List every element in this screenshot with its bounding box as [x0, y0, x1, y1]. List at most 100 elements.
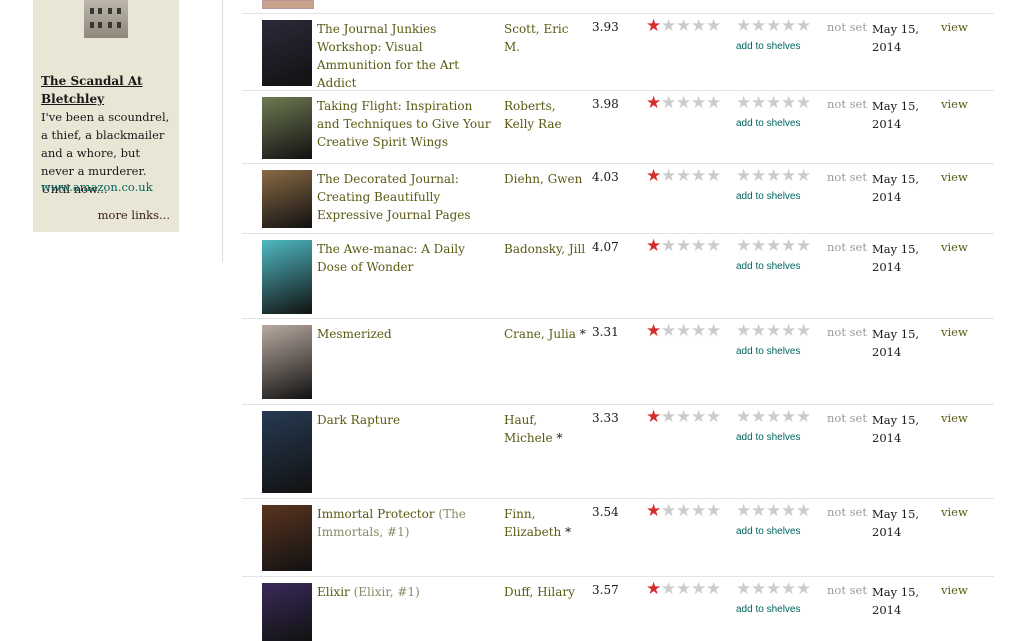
book-title-link[interactable]: Elixir (Elixir, #1)	[317, 583, 495, 601]
ad-cover-image[interactable]	[84, 0, 128, 38]
author-name[interactable]: Hauf, Michele	[504, 413, 553, 445]
author-link[interactable]: Finn, Elizabeth *	[504, 505, 588, 541]
add-to-shelves-link[interactable]: add to shelves	[736, 604, 801, 615]
star-icon[interactable]: ★	[766, 580, 781, 598]
star-icon[interactable]: ★	[796, 502, 811, 520]
author-link[interactable]: Badonsky, Jill	[504, 240, 588, 258]
view-review-link[interactable]: view	[941, 325, 968, 339]
star-icon[interactable]: ★	[766, 167, 781, 185]
add-to-shelves-link[interactable]: add to shelves	[736, 191, 801, 202]
star-icon[interactable]: ★	[781, 408, 796, 426]
star-icon[interactable]: ★	[751, 237, 766, 255]
author-link[interactable]: Scott, Eric M.	[504, 20, 588, 56]
author-name[interactable]: Finn, Elizabeth	[504, 507, 561, 539]
my-rating-stars[interactable]: ★ ★ ★ ★ ★	[736, 17, 811, 35]
author-name[interactable]: Roberts, Kelly Rae	[504, 99, 562, 131]
author-name[interactable]: Crane, Julia	[504, 327, 576, 341]
my-rating-stars[interactable]: ★ ★ ★ ★ ★	[736, 502, 811, 520]
author-link[interactable]: Roberts, Kelly Rae	[504, 97, 588, 133]
book-cover[interactable]	[262, 583, 312, 641]
book-title[interactable]: Mesmerized	[317, 327, 392, 341]
book-cover[interactable]	[262, 411, 312, 493]
star-icon[interactable]: ★	[766, 17, 781, 35]
book-title[interactable]: Taking Flight: Inspiration and Technique…	[317, 99, 491, 149]
star-icon[interactable]: ★	[796, 322, 811, 340]
star-icon[interactable]: ★	[736, 408, 751, 426]
author-name[interactable]: Diehn, Gwen	[504, 172, 582, 186]
star-icon[interactable]: ★	[796, 94, 811, 112]
star-icon[interactable]: ★	[736, 322, 751, 340]
view-review-link[interactable]: view	[941, 411, 968, 425]
add-to-shelves-link[interactable]: add to shelves	[736, 118, 801, 129]
add-to-shelves-link[interactable]: add to shelves	[736, 526, 801, 537]
book-title-link[interactable]: The Decorated Journal: Creating Beautifu…	[317, 170, 495, 224]
star-icon[interactable]: ★	[751, 502, 766, 520]
star-icon[interactable]: ★	[781, 322, 796, 340]
book-title[interactable]: The Journal Junkies Workshop: Visual Amm…	[317, 22, 459, 90]
book-cover[interactable]	[262, 20, 312, 86]
star-icon[interactable]: ★	[736, 580, 751, 598]
star-icon[interactable]: ★	[781, 237, 796, 255]
star-icon[interactable]: ★	[781, 580, 796, 598]
my-rating-stars[interactable]: ★ ★ ★ ★ ★	[736, 94, 811, 112]
view-review-link[interactable]: view	[941, 505, 968, 519]
add-to-shelves-link[interactable]: add to shelves	[736, 261, 801, 272]
view-review-link[interactable]: view	[941, 170, 968, 184]
star-icon[interactable]: ★	[736, 167, 751, 185]
book-cover[interactable]	[262, 97, 312, 159]
star-icon[interactable]: ★	[796, 167, 811, 185]
book-title[interactable]: Immortal Protector	[317, 507, 435, 521]
star-icon[interactable]: ★	[766, 408, 781, 426]
book-title-link[interactable]: Dark Rapture	[317, 411, 495, 429]
star-icon[interactable]: ★	[766, 94, 781, 112]
star-icon[interactable]: ★	[751, 94, 766, 112]
star-icon[interactable]: ★	[751, 322, 766, 340]
my-rating-stars[interactable]: ★ ★ ★ ★ ★	[736, 167, 811, 185]
view-review-link[interactable]: view	[941, 97, 968, 111]
book-cover[interactable]	[262, 170, 312, 228]
ad-url-link[interactable]: www.amazon.co.uk	[41, 180, 153, 194]
book-title-link[interactable]: The Awe-manac: A Daily Dose of Wonder	[317, 240, 495, 276]
star-icon[interactable]: ★	[736, 237, 751, 255]
book-cover[interactable]	[262, 325, 312, 399]
author-name[interactable]: Duff, Hilary	[504, 585, 575, 599]
star-icon[interactable]: ★	[766, 322, 781, 340]
my-rating-stars[interactable]: ★ ★ ★ ★ ★	[736, 237, 811, 255]
book-cover[interactable]	[262, 240, 312, 314]
book-title-link[interactable]: Taking Flight: Inspiration and Technique…	[317, 97, 495, 151]
author-link[interactable]: Hauf, Michele *	[504, 411, 588, 447]
star-icon[interactable]: ★	[781, 167, 796, 185]
star-icon[interactable]: ★	[796, 17, 811, 35]
star-icon[interactable]: ★	[736, 502, 751, 520]
author-link[interactable]: Duff, Hilary	[504, 583, 588, 601]
my-rating-stars[interactable]: ★ ★ ★ ★ ★	[736, 408, 811, 426]
star-icon[interactable]: ★	[781, 502, 796, 520]
author-link[interactable]: Diehn, Gwen	[504, 170, 588, 188]
view-review-link[interactable]: view	[941, 20, 968, 34]
star-icon[interactable]: ★	[796, 237, 811, 255]
author-link[interactable]: Crane, Julia *	[504, 325, 588, 343]
star-icon[interactable]: ★	[766, 502, 781, 520]
star-icon[interactable]: ★	[796, 580, 811, 598]
star-icon[interactable]: ★	[766, 237, 781, 255]
book-title[interactable]: Elixir	[317, 585, 350, 599]
book-title-link[interactable]: Mesmerized	[317, 325, 495, 343]
author-name[interactable]: Badonsky, Jill	[504, 242, 585, 256]
star-icon[interactable]: ★	[751, 408, 766, 426]
author-name[interactable]: Scott, Eric M.	[504, 22, 569, 54]
book-cover[interactable]	[262, 505, 312, 571]
add-to-shelves-link[interactable]: add to shelves	[736, 41, 801, 52]
star-icon[interactable]: ★	[751, 580, 766, 598]
add-to-shelves-link[interactable]: add to shelves	[736, 432, 801, 443]
my-rating-stars[interactable]: ★ ★ ★ ★ ★	[736, 322, 811, 340]
add-to-shelves-link[interactable]: add to shelves	[736, 346, 801, 357]
my-rating-stars[interactable]: ★ ★ ★ ★ ★	[736, 580, 811, 598]
book-title-link[interactable]: Immortal Protector (The Immortals, #1)	[317, 505, 495, 541]
book-title[interactable]: The Decorated Journal: Creating Beautifu…	[317, 172, 471, 222]
star-icon[interactable]: ★	[751, 17, 766, 35]
book-title[interactable]: Dark Rapture	[317, 413, 400, 427]
star-icon[interactable]: ★	[781, 94, 796, 112]
star-icon[interactable]: ★	[796, 408, 811, 426]
star-icon[interactable]: ★	[736, 17, 751, 35]
star-icon[interactable]: ★	[781, 17, 796, 35]
